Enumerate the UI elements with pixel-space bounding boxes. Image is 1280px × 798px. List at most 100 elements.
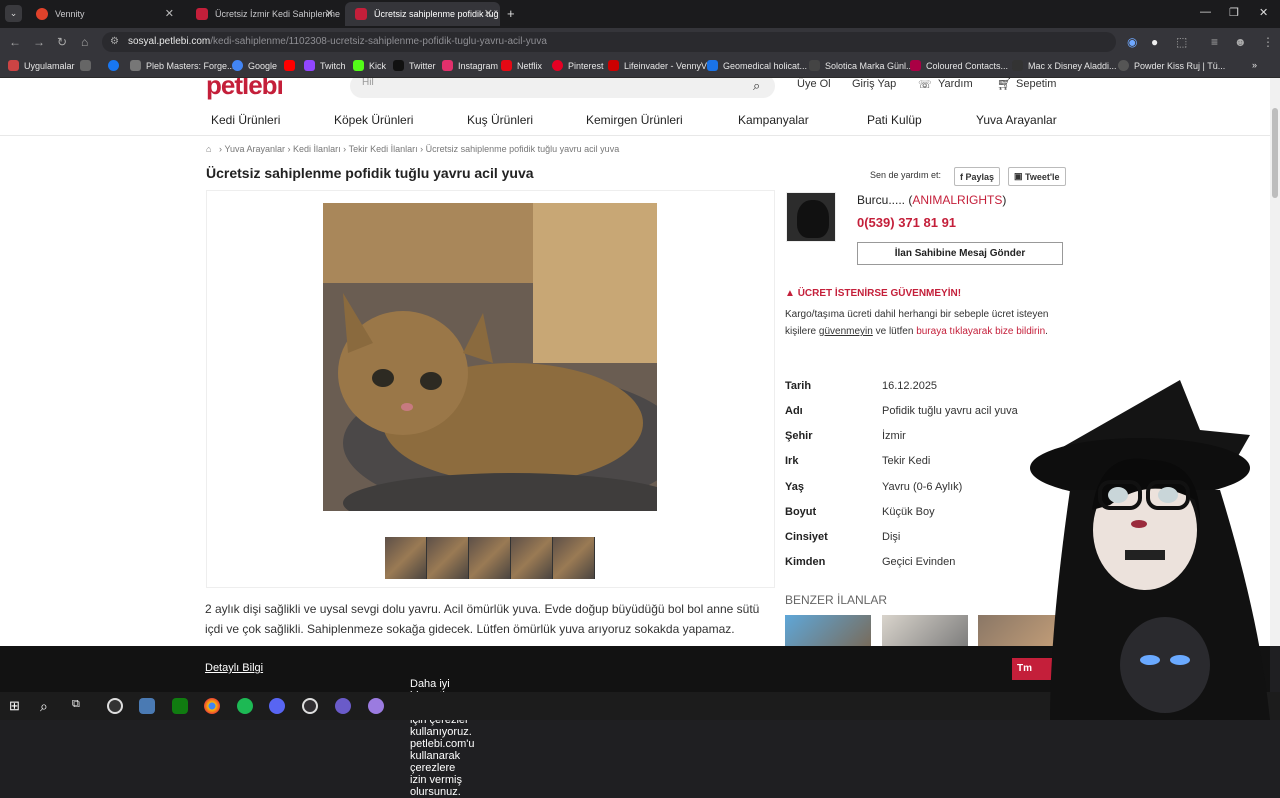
thumbnail[interactable] [511, 537, 553, 579]
instagram-icon [442, 60, 453, 71]
bookmark-item[interactable]: Geomedical holicat... [707, 60, 807, 71]
thumbnail[interactable] [469, 537, 511, 579]
breadcrumb-item[interactable]: Yuva Arayanlar [225, 144, 286, 154]
search-input[interactable]: Hil [350, 78, 775, 98]
spotify-icon[interactable] [237, 698, 253, 714]
message-owner-button[interactable]: İlan Sahibine Mesaj Gönder [857, 242, 1063, 265]
obs-icon[interactable] [302, 698, 318, 714]
bookmark-icon [707, 60, 718, 71]
similar-listing-thumb[interactable] [785, 615, 871, 646]
owner-name[interactable]: Burcu..... (ANIMALRIGHTS) [857, 193, 1006, 207]
extension-icon[interactable]: ◉ [1127, 34, 1137, 50]
bookmark-item[interactable]: Mac x Disney Aladdi... [1012, 60, 1117, 71]
bookmark-item[interactable]: Pinterest [552, 60, 604, 71]
listing-description: 2 aylık dişi sağlikli ve uysal sevgi dol… [205, 602, 760, 636]
task-view-icon[interactable]: ⧉ [72, 698, 88, 714]
tweet-button[interactable]: ▣ Tweet'le [1008, 167, 1066, 186]
detail-label: Adı [785, 405, 803, 417]
bookmark-item[interactable]: Kick [353, 60, 386, 71]
nav-club[interactable]: Pati Kulüp [867, 113, 922, 127]
app-icon[interactable] [368, 698, 384, 714]
bookmark-item[interactable]: Lifeinvader - VennyV [608, 60, 707, 71]
bookmark-item[interactable]: Netflix [501, 60, 542, 71]
owner-org[interactable]: ANIMALRIGHTS [912, 193, 1002, 207]
discord-icon[interactable] [269, 698, 285, 714]
extension-icon[interactable]: ● [1151, 34, 1158, 50]
search-icon[interactable]: ⌕ [40, 698, 56, 714]
bookmark-item[interactable] [284, 60, 300, 71]
app-icon[interactable] [335, 698, 351, 714]
warning-link[interactable]: güvenmeyin [819, 326, 873, 337]
close-icon[interactable]: ✕ [484, 7, 493, 20]
profile-icon[interactable]: ☻ [1234, 34, 1247, 50]
cart-link[interactable]: Sepetim [1016, 78, 1056, 90]
nav-rodent[interactable]: Kemirgen Ürünleri [586, 113, 683, 127]
close-window-icon[interactable]: ✕ [1259, 6, 1268, 19]
site-logo[interactable]: petlebi [206, 78, 284, 101]
bookmark-apps[interactable]: Uygulamalar [8, 60, 75, 71]
calculator-icon[interactable] [139, 698, 155, 714]
bookmark-item[interactable] [108, 60, 124, 71]
detail-value: Yavru (0-6 Aylık) [882, 481, 963, 493]
bookmark-item[interactable]: Solotica Marka Günl... [809, 60, 914, 71]
menu-icon[interactable]: ⋮ [1262, 34, 1274, 50]
site-info-icon[interactable]: ⚙ [110, 32, 119, 52]
tab-vennity[interactable]: Vennity ✕ [26, 2, 181, 26]
owner-phone[interactable]: 0(539) 371 81 91 [857, 215, 956, 230]
breadcrumb-item[interactable]: Tekir Kedi İlanları [349, 144, 418, 154]
nav-cat-food[interactable]: Kedi Ürünleri [211, 113, 280, 127]
cart-icon[interactable]: 🛒︎ [997, 78, 1012, 91]
tab-search-icon[interactable]: ⌄ [5, 5, 22, 22]
app-icon[interactable] [107, 698, 123, 714]
address-bar[interactable]: ⚙ sosyal.petlebi.com/kedi-sahiplenme/110… [102, 32, 1116, 52]
home-icon[interactable]: ⌂ [81, 34, 88, 50]
xbox-icon[interactable] [172, 698, 188, 714]
youtube-icon [284, 60, 295, 71]
google-icon [232, 60, 243, 71]
minimize-icon[interactable]: — [1200, 6, 1211, 18]
search-icon[interactable]: ⌕ [753, 78, 760, 94]
bookmark-item[interactable]: Coloured Contacts... [910, 60, 1008, 71]
breadcrumb-home-icon[interactable]: ⌂ [206, 144, 211, 154]
bookmark-item[interactable] [80, 60, 96, 71]
thumbnail[interactable] [553, 537, 595, 579]
thumbnail[interactable] [427, 537, 469, 579]
bookmark-item[interactable]: Google [232, 60, 277, 71]
signup-link[interactable]: Üye Ol [797, 78, 831, 90]
bookmark-item[interactable]: Pleb Masters: Forge... [130, 60, 235, 71]
windows-start-icon[interactable]: ⊞ [9, 698, 25, 714]
kitten-photo[interactable] [323, 203, 657, 511]
help-link[interactable]: Yardım [938, 78, 973, 90]
back-icon[interactable]: ← [9, 34, 21, 50]
bookmark-item[interactable]: Twitter [393, 60, 436, 71]
close-icon[interactable]: ✕ [165, 7, 174, 20]
nav-divider [0, 135, 1270, 136]
puzzle-icon[interactable]: ⬚ [1176, 34, 1187, 50]
help-icon[interactable]: ☏ [918, 78, 932, 91]
nav-campaigns[interactable]: Kampanyalar [738, 113, 809, 127]
nav-dog[interactable]: Köpek Ürünleri [334, 113, 413, 127]
restore-icon[interactable]: ❐ [1229, 6, 1239, 19]
similar-listing-thumb[interactable] [882, 615, 968, 646]
chrome-icon[interactable] [204, 698, 220, 714]
report-link[interactable]: buraya tıklayarak bize bildirin [916, 326, 1045, 337]
bookmark-item[interactable]: Instagram [442, 60, 498, 71]
thumbnail[interactable] [385, 537, 427, 579]
tab-izmir-kedi[interactable]: Ücretsiz İzmir Kedi Sahiplenme ✕ [186, 2, 341, 26]
bookmark-item[interactable]: Powder Kiss Ruj | Tü... [1118, 60, 1225, 71]
close-icon[interactable]: ✕ [325, 7, 334, 20]
nav-adoption[interactable]: Yuva Arayanlar [976, 113, 1057, 127]
reload-icon[interactable]: ↻ [57, 34, 67, 50]
reading-list-icon[interactable]: ≡ [1211, 34, 1218, 50]
nav-bird[interactable]: Kuş Ürünleri [467, 113, 533, 127]
login-link[interactable]: Giriş Yap [852, 78, 896, 90]
bookmark-item[interactable]: Twitch [304, 60, 346, 71]
cookie-details-link[interactable]: Detaylı Bilgi [205, 662, 263, 674]
new-tab-button[interactable]: + [507, 6, 515, 21]
breadcrumb-item[interactable]: Kedi İlanları [293, 144, 341, 154]
bookmarks-overflow-icon[interactable]: » [1252, 60, 1257, 70]
tab-active[interactable]: Ücretsiz sahiplenme pofidik tuğ ✕ [345, 2, 500, 26]
facebook-share-button[interactable]: f Paylaş [954, 167, 1001, 186]
forward-icon[interactable]: → [33, 34, 45, 50]
owner-avatar[interactable] [786, 192, 836, 242]
